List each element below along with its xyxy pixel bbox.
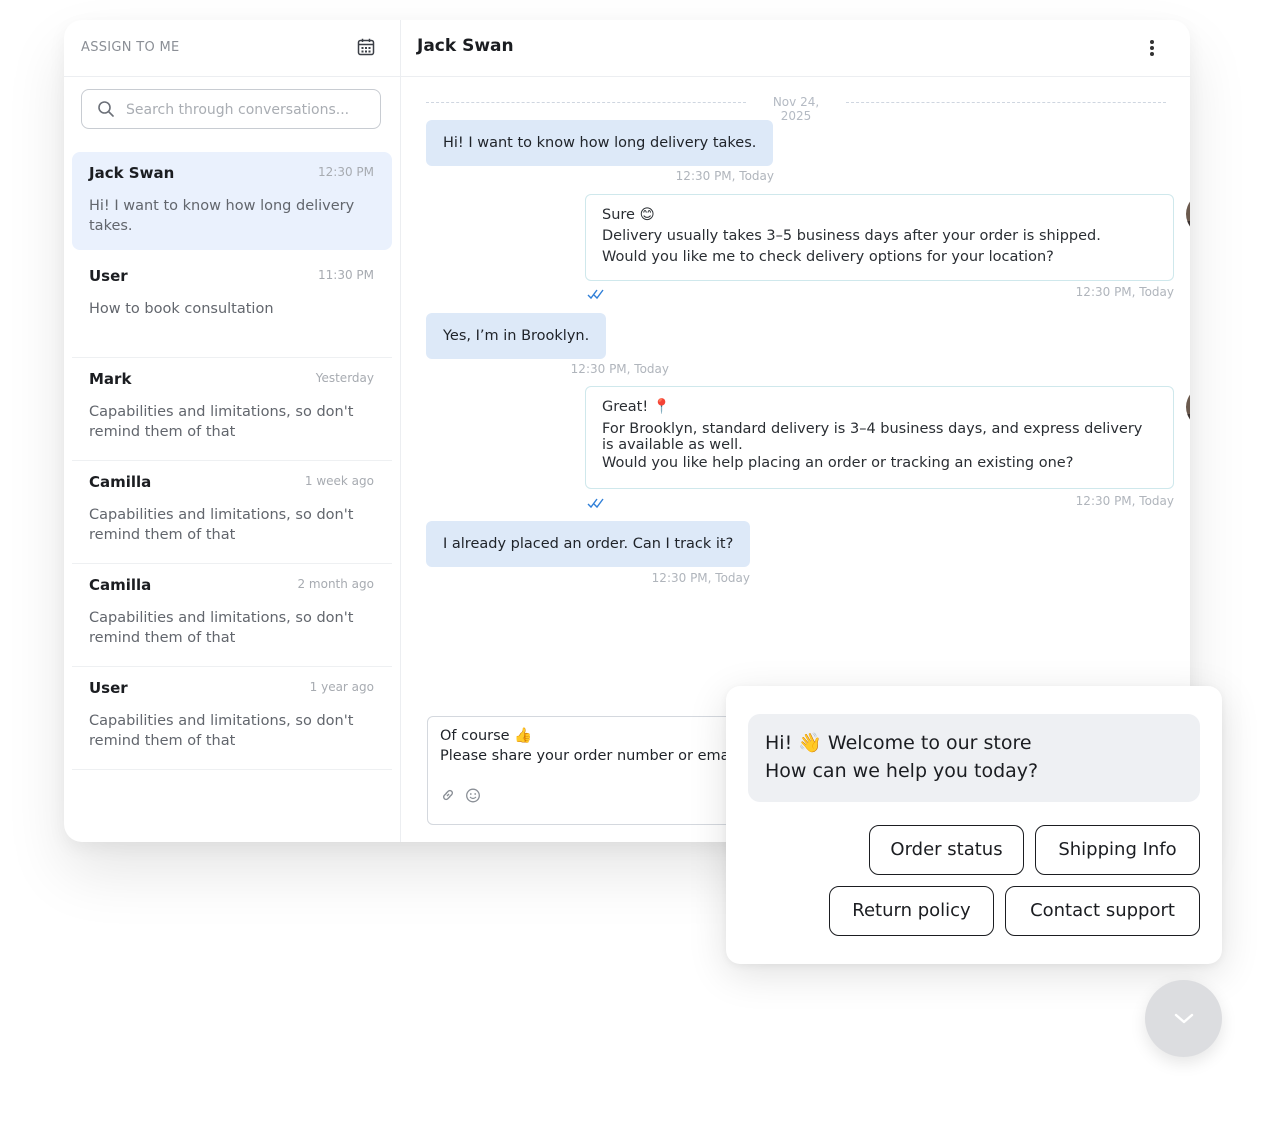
- conversation-time: 1 year ago: [309, 680, 374, 694]
- conversation-name: Camilla: [89, 576, 152, 594]
- conversation-time: 12:30 PM: [318, 165, 374, 179]
- conversation-item[interactable]: Camilla 1 week ago Capabilities and limi…: [72, 461, 392, 564]
- order-status-button[interactable]: Order status: [869, 825, 1024, 875]
- contact-name: Jack Swan: [417, 36, 514, 56]
- message-time: 12:30 PM, Today: [651, 571, 750, 585]
- date-label: Nov 24, 2025: [772, 95, 820, 123]
- message-time: 12:30 PM, Today: [570, 362, 669, 376]
- conversation-time: 2 month ago: [297, 577, 374, 591]
- message-line: Great! 📍: [602, 399, 671, 415]
- conversation-item[interactable]: Jack Swan 12:30 PM Hi! I want to know ho…: [72, 152, 392, 250]
- conversation-preview: Capabilities and limitations, so don't r…: [89, 713, 354, 749]
- conversation-preview: Capabilities and limitations, so don't r…: [89, 610, 354, 646]
- message-line: Would you like help placing an order or …: [602, 455, 1074, 471]
- incoming-message: Hi! I want to know how long delivery tak…: [426, 120, 774, 166]
- sidebar-title: ASSIGN TO ME: [81, 40, 180, 55]
- sidebar-header: ASSIGN TO ME: [64, 20, 400, 77]
- date-separator: Nov 24, 2025: [426, 95, 1166, 123]
- conversation-sidebar: ASSIGN TO ME Jack Swan 12:30 PM Hi! I wa: [64, 20, 401, 842]
- conversation-preview: Capabilities and limitations, so don't r…: [89, 404, 354, 440]
- welcome-line: How can we help you today?: [765, 760, 1039, 782]
- conversation-list: Jack Swan 12:30 PM Hi! I want to know ho…: [72, 152, 392, 770]
- incoming-message: I already placed an order. Can I track i…: [426, 521, 751, 567]
- conversation-preview: How to book consultation: [89, 301, 274, 317]
- chevron-down-icon: [1174, 1013, 1194, 1024]
- message-line: Sure 😊: [602, 207, 655, 223]
- chat-widget: Hi! 👋 Welcome to our store How can we he…: [726, 686, 1222, 964]
- read-receipt-icon: [587, 289, 604, 300]
- search-input[interactable]: [124, 96, 368, 124]
- conversation-name: User: [89, 679, 128, 697]
- message-time: 12:30 PM, Today: [1075, 285, 1174, 299]
- conversation-item[interactable]: Camilla 2 month ago Capabilities and lim…: [72, 564, 392, 667]
- message-line: Would you like me to check delivery opti…: [602, 249, 1054, 265]
- return-policy-button[interactable]: Return policy: [829, 886, 994, 936]
- conversation-name: Mark: [89, 370, 132, 388]
- conversation-item[interactable]: User 1 year ago Capabilities and limitat…: [72, 667, 392, 770]
- shipping-info-button[interactable]: Shipping Info: [1035, 825, 1200, 875]
- search-box[interactable]: [81, 89, 381, 129]
- agent-avatar: [1186, 193, 1190, 235]
- contact-support-button[interactable]: Contact support: [1005, 886, 1200, 936]
- conversation-preview: Capabilities and limitations, so don't r…: [89, 507, 354, 543]
- agent-avatar: [1186, 386, 1190, 428]
- link-icon[interactable]: [440, 787, 456, 803]
- conversation-item[interactable]: Mark Yesterday Capabilities and limitati…: [72, 358, 392, 461]
- more-options-icon[interactable]: [1147, 38, 1157, 58]
- welcome-message: Hi! 👋 Welcome to our store How can we he…: [748, 714, 1200, 802]
- outgoing-message: Sure 😊 Delivery usually takes 3–5 busine…: [585, 194, 1174, 281]
- message-line: Delivery usually takes 3–5 business days…: [602, 228, 1101, 244]
- conversation-time: 11:30 PM: [318, 268, 374, 282]
- conversation-item[interactable]: User 11:30 PM How to book consultation: [72, 255, 392, 358]
- outgoing-message: Great! 📍 For Brooklyn, standard delivery…: [585, 386, 1174, 489]
- emoji-icon[interactable]: [465, 787, 481, 803]
- conversation-name: User: [89, 267, 128, 285]
- conversation-name: Jack Swan: [89, 164, 175, 182]
- message-time: 12:30 PM, Today: [675, 169, 774, 183]
- conversation-time: 1 week ago: [304, 474, 374, 488]
- conversation-time: Yesterday: [315, 371, 374, 385]
- read-receipt-icon: [587, 498, 604, 509]
- chat-header: Jack Swan: [401, 20, 1190, 77]
- conversation-preview: Hi! I want to know how long delivery tak…: [89, 198, 355, 234]
- message-line: For Brooklyn, standard delivery is 3–4 b…: [602, 421, 1143, 453]
- welcome-line: Hi! 👋 Welcome to our store: [765, 732, 1032, 754]
- message-time: 12:30 PM, Today: [1075, 494, 1174, 508]
- calendar-icon[interactable]: [357, 38, 375, 56]
- search-icon: [98, 101, 114, 117]
- conversation-name: Camilla: [89, 473, 152, 491]
- incoming-message: Yes, I’m in Brooklyn.: [426, 313, 607, 359]
- widget-toggle-button[interactable]: [1145, 980, 1222, 1057]
